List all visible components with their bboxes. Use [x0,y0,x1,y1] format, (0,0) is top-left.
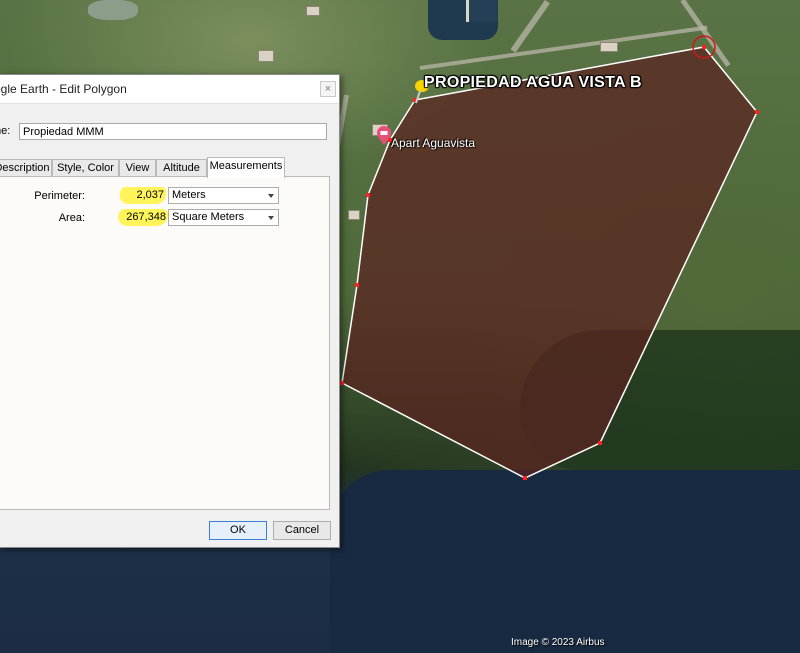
edit-polygon-dialog: ogle Earth - Edit Polygon × me: Descript… [0,74,340,548]
perimeter-unit-select[interactable]: Meters [168,187,279,204]
polygon-vertex-handle[interactable] [598,441,602,445]
area-unit-text: Square Meters [172,211,245,223]
chevron-down-icon [268,216,274,220]
placemark-title[interactable]: PROPIEDAD AGUA VISTA B [424,74,642,92]
poi-label[interactable]: Apart Aguavista [391,136,475,150]
polygon-vertex-handle[interactable] [755,110,759,114]
polygon-vertex-handle[interactable] [523,476,527,480]
close-icon[interactable]: × [320,81,336,97]
tab-description[interactable]: Description [0,159,52,177]
polygon-vertex-handle[interactable] [366,193,370,197]
tab-view[interactable]: View [119,159,156,177]
polygon-area[interactable] [341,46,758,479]
polygon-vertex-handle[interactable] [340,381,344,385]
tab-style-color[interactable]: Style, Color [52,159,119,177]
area-value: 267,348 [118,209,168,226]
perimeter-value: 2,037 [120,187,166,204]
hotel-poi-icon[interactable] [376,126,392,146]
measurements-panel: Perimeter: 2,037 Meters Area: 267,348 Sq… [0,176,330,510]
dialog-titlebar[interactable]: ogle Earth - Edit Polygon × [0,75,339,104]
name-field[interactable] [19,123,327,140]
tab-measurements[interactable]: Measurements [207,157,285,178]
ok-button[interactable]: OK [209,521,267,540]
name-label: me: [0,125,11,137]
chevron-down-icon [268,194,274,198]
dialog-title: ogle Earth - Edit Polygon [0,82,127,96]
area-label: Area: [58,212,85,224]
polygon-vertex-handle[interactable] [355,283,359,287]
tab-altitude[interactable]: Altitude [156,159,207,177]
polygon-vertex-handle[interactable] [702,45,706,49]
imagery-attribution: Image © 2023 Airbus [511,637,605,648]
area-unit-select[interactable]: Square Meters [168,209,279,226]
perimeter-unit-text: Meters [172,189,206,201]
cancel-button[interactable]: Cancel [273,521,331,540]
perimeter-label: Perimeter: [34,190,85,202]
